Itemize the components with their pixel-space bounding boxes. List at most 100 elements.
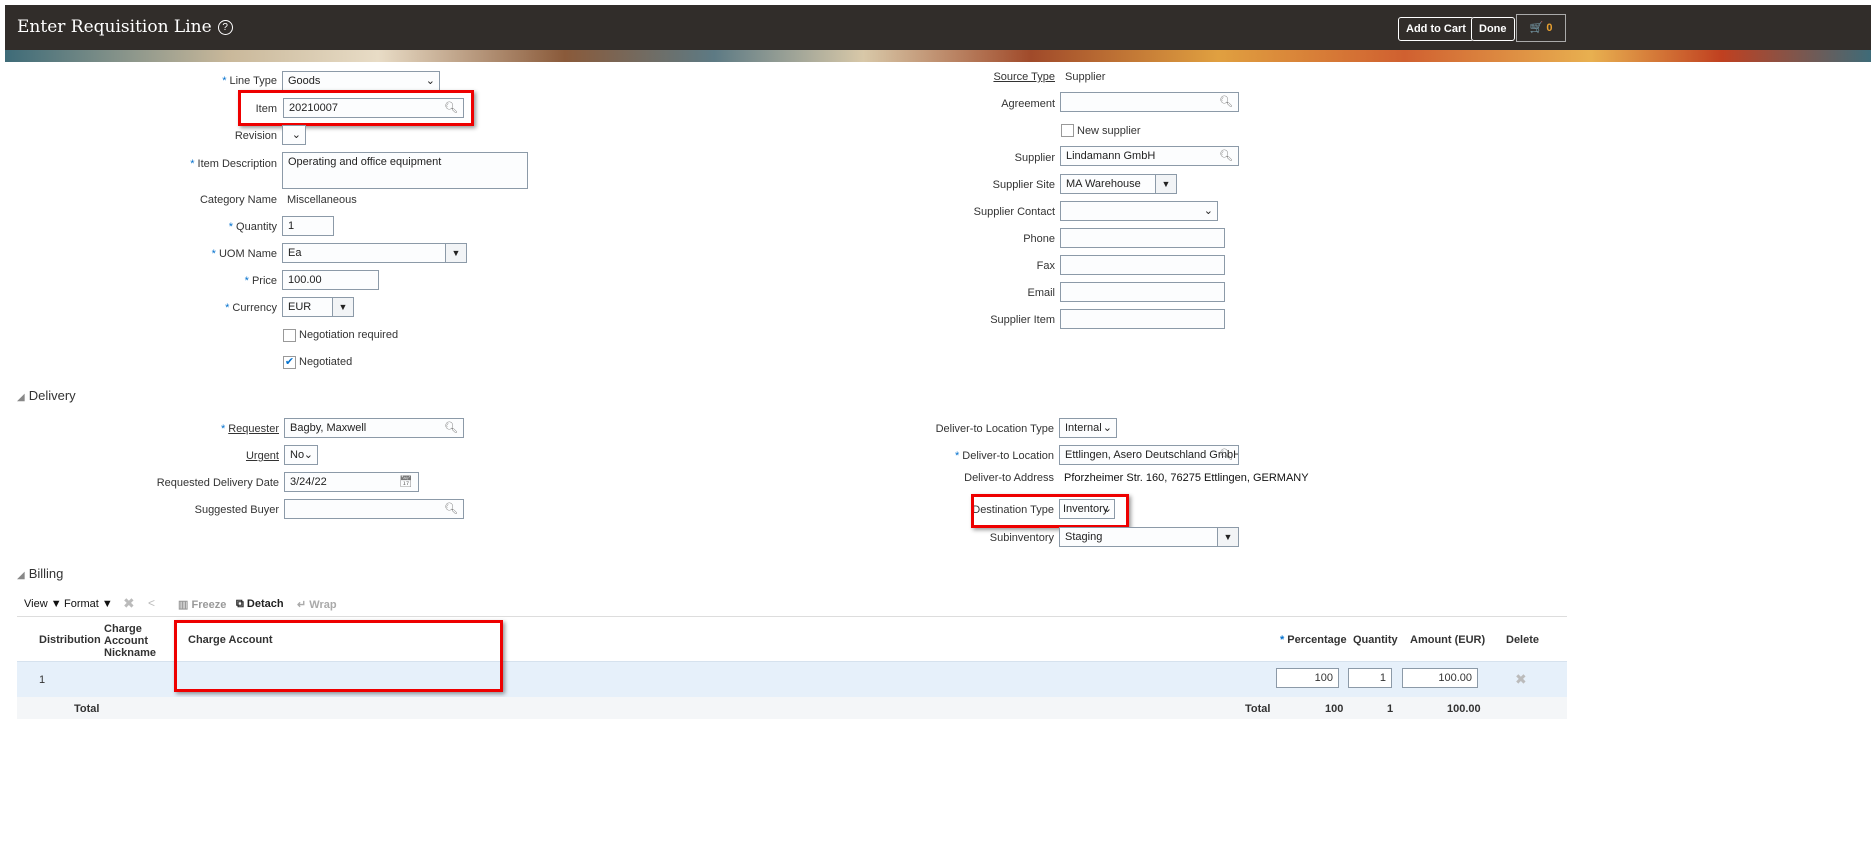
freeze-icon: ▥ — [178, 599, 189, 611]
cart-icon: 🛒 — [1529, 22, 1544, 34]
price-label: * Price — [244, 275, 277, 287]
collapse-icon: ◢ — [17, 570, 25, 581]
help-icon[interactable]: ? — [217, 20, 233, 35]
negotiation-required-checkbox[interactable] — [283, 329, 296, 342]
deliver-to-location-label: * Deliver-to Location — [955, 450, 1054, 462]
dropdown-arrow-icon: ▼ — [332, 298, 353, 316]
table-divider — [17, 616, 1567, 617]
location-type-select[interactable]: Internal ⌄ — [1059, 418, 1117, 438]
search-icon: 🔍︎ — [1219, 449, 1233, 461]
collapse-icon: ◢ — [17, 392, 25, 403]
new-supplier-label: New supplier — [1077, 125, 1141, 137]
column-header-distribution[interactable]: Distribution — [39, 634, 101, 646]
deliver-to-location-input[interactable]: Ettlingen, Asero Deutschland GmbH 🔍︎ — [1059, 445, 1239, 465]
done-button[interactable]: Done — [1471, 17, 1515, 41]
dropdown-arrow-icon: ▼ — [1217, 528, 1238, 546]
total-label-right: Total — [1245, 703, 1271, 715]
fax-label: Fax — [1036, 260, 1055, 272]
email-input[interactable] — [1060, 282, 1225, 302]
suggested-buyer-input[interactable]: 🔍︎ — [284, 499, 464, 519]
format-menu[interactable]: Format ▼ — [64, 598, 113, 610]
chevron-down-icon: ⌄ — [1203, 205, 1213, 217]
total-quantity: 1 — [1387, 703, 1394, 715]
wrap-icon: ↵ — [297, 599, 307, 611]
column-header-delete[interactable]: Delete — [1506, 634, 1539, 646]
header-banner — [5, 50, 1871, 62]
supplier-contact-select[interactable]: ⌄ — [1060, 201, 1218, 221]
suggested-buyer-label: Suggested Buyer — [194, 504, 279, 516]
freeze-button[interactable]: ▥ Freeze — [178, 598, 226, 611]
column-header-nickname[interactable]: Charge Account Nickname — [104, 623, 164, 659]
source-type-label: Source Type — [993, 71, 1055, 83]
currency-label: * Currency — [225, 302, 277, 314]
column-header-quantity[interactable]: Quantity — [1353, 634, 1398, 646]
requested-delivery-date-label: Requested Delivery Date — [156, 477, 279, 489]
cart-count: 0 — [1546, 22, 1553, 34]
revision-label: Revision — [234, 130, 277, 142]
supplier-item-input[interactable] — [1060, 309, 1225, 329]
detach-icon: ⧉ — [236, 598, 244, 610]
chevron-down-icon: ⌄ — [303, 449, 313, 461]
supplier-label: Supplier — [1014, 152, 1055, 164]
wrap-button[interactable]: ↵ Wrap — [297, 598, 337, 611]
uom-select[interactable]: Ea ▼ — [282, 243, 467, 263]
requester-input[interactable]: Bagby, Maxwell 🔍︎ — [284, 418, 464, 438]
chevron-down-icon: ⌄ — [291, 129, 301, 141]
urgent-label: Urgent — [245, 450, 279, 462]
delete-row-icon[interactable]: ✖ — [1515, 671, 1527, 688]
supplier-site-select[interactable]: MA Warehouse ▼ — [1060, 174, 1177, 194]
column-header-percentage[interactable]: * Percentage — [1280, 634, 1347, 646]
page-title: Enter Requisition Line? — [17, 17, 233, 37]
negotiated-checkbox[interactable]: ✔ — [283, 356, 296, 369]
subinventory-select[interactable]: Staging ▼ — [1059, 527, 1239, 547]
delete-icon[interactable]: ✖ — [123, 595, 135, 612]
source-type-value: Supplier — [1065, 71, 1106, 83]
cart-button[interactable]: 🛒 0 — [1516, 14, 1566, 42]
amount-input[interactable]: 100.00 — [1402, 668, 1478, 688]
dropdown-arrow-icon: ▼ — [1155, 175, 1176, 193]
split-icon[interactable]: < — [148, 596, 155, 610]
line-type-label: * Line Type — [222, 75, 277, 87]
currency-select[interactable]: EUR ▼ — [282, 297, 354, 317]
quantity-input[interactable]: 1 — [282, 216, 334, 236]
negotiation-required-label: Negotiation required — [299, 329, 399, 341]
location-type-label: Deliver-to Location Type — [935, 423, 1054, 435]
search-icon: 🔍︎ — [1219, 96, 1233, 108]
search-icon: 🔍︎ — [444, 503, 458, 515]
view-menu[interactable]: View ▼ — [24, 598, 62, 610]
percentage-input[interactable]: 100 — [1276, 668, 1339, 688]
subinventory-label: Subinventory — [989, 532, 1054, 544]
requested-delivery-date-input[interactable]: 3/24/22 📅︎ — [284, 472, 419, 492]
delivery-section-header[interactable]: ◢ Delivery — [17, 388, 76, 403]
agreement-input[interactable]: 🔍︎ — [1060, 92, 1239, 112]
supplier-input[interactable]: Lindamann GmbH 🔍︎ — [1060, 146, 1239, 166]
new-supplier-checkbox[interactable] — [1061, 124, 1074, 137]
phone-label: Phone — [1023, 233, 1055, 245]
negotiated-label: Negotiated — [299, 356, 353, 368]
calendar-icon: 📅︎ — [399, 476, 413, 488]
chevron-down-icon: ⌄ — [1102, 422, 1112, 434]
item-description-textarea[interactable]: Operating and office equipment — [282, 152, 528, 189]
add-to-cart-button[interactable]: Add to Cart — [1398, 17, 1474, 41]
supplier-item-label: Supplier Item — [990, 314, 1055, 326]
detach-button[interactable]: ⧉ Detach — [236, 598, 284, 611]
price-input[interactable]: 100.00 — [282, 270, 379, 290]
phone-input[interactable] — [1060, 228, 1225, 248]
search-icon: 🔍︎ — [1219, 150, 1233, 162]
email-label: Email — [1027, 287, 1055, 299]
revision-select[interactable]: ⌄ — [282, 125, 306, 145]
deliver-to-address-label: Deliver-to Address — [964, 472, 1054, 484]
highlight-box — [971, 494, 1129, 528]
fax-input[interactable] — [1060, 255, 1225, 275]
billing-section-header[interactable]: ◢ Billing — [17, 566, 63, 581]
urgent-select[interactable]: No ⌄ — [284, 445, 318, 465]
category-label: Category Name — [199, 194, 277, 206]
highlight-box — [174, 620, 503, 692]
line-type-select[interactable]: Goods ⌄ — [282, 71, 440, 91]
agreement-label: Agreement — [1001, 98, 1055, 110]
dropdown-arrow-icon: ▼ — [445, 244, 466, 262]
deliver-to-address-value: Pforzheimer Str. 160, 76275 Ettlingen, G… — [1064, 472, 1309, 484]
column-header-amount[interactable]: Amount (EUR) — [1410, 634, 1485, 646]
uom-label: * UOM Name — [211, 248, 277, 260]
quantity-input[interactable]: 1 — [1348, 668, 1392, 688]
